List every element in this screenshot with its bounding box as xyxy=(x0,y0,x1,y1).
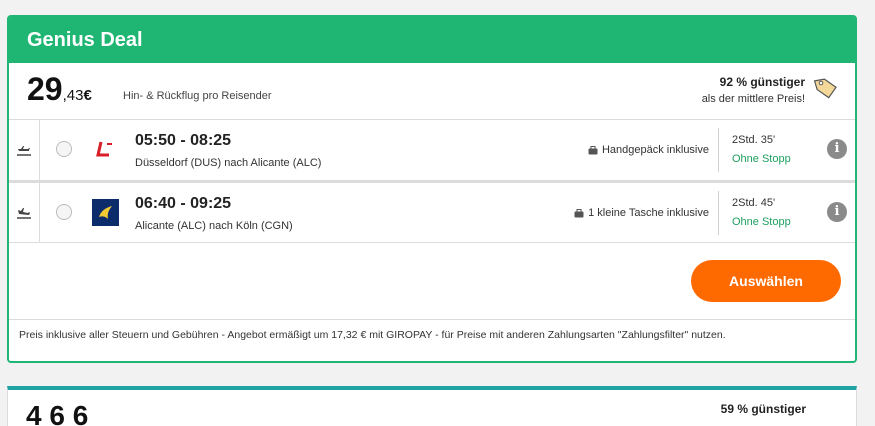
price-footnote: Preis inklusive aller Steuern und Gebühr… xyxy=(19,329,726,341)
arrival-plane-icon xyxy=(17,207,31,219)
price-description: Hin- & Rückflug pro Reisender xyxy=(123,90,272,102)
saving-subtext: als der mittlere Preis! xyxy=(701,93,805,105)
flight-times: 05:50 - 08:25 xyxy=(135,132,232,149)
bag-icon xyxy=(588,145,598,154)
next-deal-saving: 59 % günstiger xyxy=(720,402,806,416)
info-icon[interactable]: i xyxy=(827,202,847,222)
flight-times: 06:40 - 09:25 xyxy=(135,195,232,212)
departure-plane-icon xyxy=(17,146,31,156)
plane-column xyxy=(9,183,40,242)
info-icon[interactable]: i xyxy=(827,139,847,159)
flight-row-return[interactable]: 06:40 - 09:25 Alicante (ALC) nach Köln (… xyxy=(9,181,855,243)
price-row: 29,43€ Hin- & Rückflug pro Reisender 92 … xyxy=(9,63,855,120)
flight-select-radio[interactable] xyxy=(56,141,72,157)
price-tag-icon xyxy=(813,78,837,99)
flight-route: Düsseldorf (DUS) nach Alicante (ALC) xyxy=(135,157,322,169)
next-deal-card[interactable]: 4 6 6 59 % günstiger xyxy=(7,386,857,426)
divider xyxy=(718,128,719,172)
flight-row-outbound[interactable]: 05:50 - 08:25 Düsseldorf (DUS) nach Alic… xyxy=(9,120,855,181)
price-currency: € xyxy=(83,87,92,104)
flight-duration: 2Std. 35' xyxy=(732,134,776,146)
divider xyxy=(718,191,719,235)
deal-header: Genius Deal xyxy=(9,17,855,63)
price: 29,43€ xyxy=(27,71,92,108)
next-deal-price: 4 6 6 xyxy=(26,400,89,426)
baggage-label: 1 kleine Tasche inklusive xyxy=(588,207,709,219)
select-button[interactable]: Auswählen xyxy=(691,260,841,302)
genius-deal-card: Genius Deal 29,43€ Hin- & Rückflug pro R… xyxy=(7,15,857,363)
saving-info: 92 % günstiger als der mittlere Preis! xyxy=(702,75,805,105)
flight-select-radio[interactable] xyxy=(56,204,72,220)
flight-stops: Ohne Stopp xyxy=(732,216,791,228)
eurowings-logo-icon xyxy=(92,136,119,163)
price-decimal: ,43 xyxy=(62,87,84,104)
ryanair-logo-icon xyxy=(92,199,119,226)
action-row: Auswählen xyxy=(9,243,855,320)
price-integer: 29 xyxy=(27,71,63,107)
baggage-info: Handgepäck inklusive xyxy=(588,144,709,156)
baggage-label: Handgepäck inklusive xyxy=(601,144,709,156)
bag-icon xyxy=(574,208,584,217)
baggage-info: 1 kleine Tasche inklusive xyxy=(574,207,709,219)
plane-column xyxy=(9,120,40,180)
saving-percent: 92 % günstiger xyxy=(719,75,805,89)
flight-duration: 2Std. 45' xyxy=(732,197,776,209)
deal-title: Genius Deal xyxy=(27,28,143,51)
flight-route: Alicante (ALC) nach Köln (CGN) xyxy=(135,220,293,232)
flight-stops: Ohne Stopp xyxy=(732,153,791,165)
